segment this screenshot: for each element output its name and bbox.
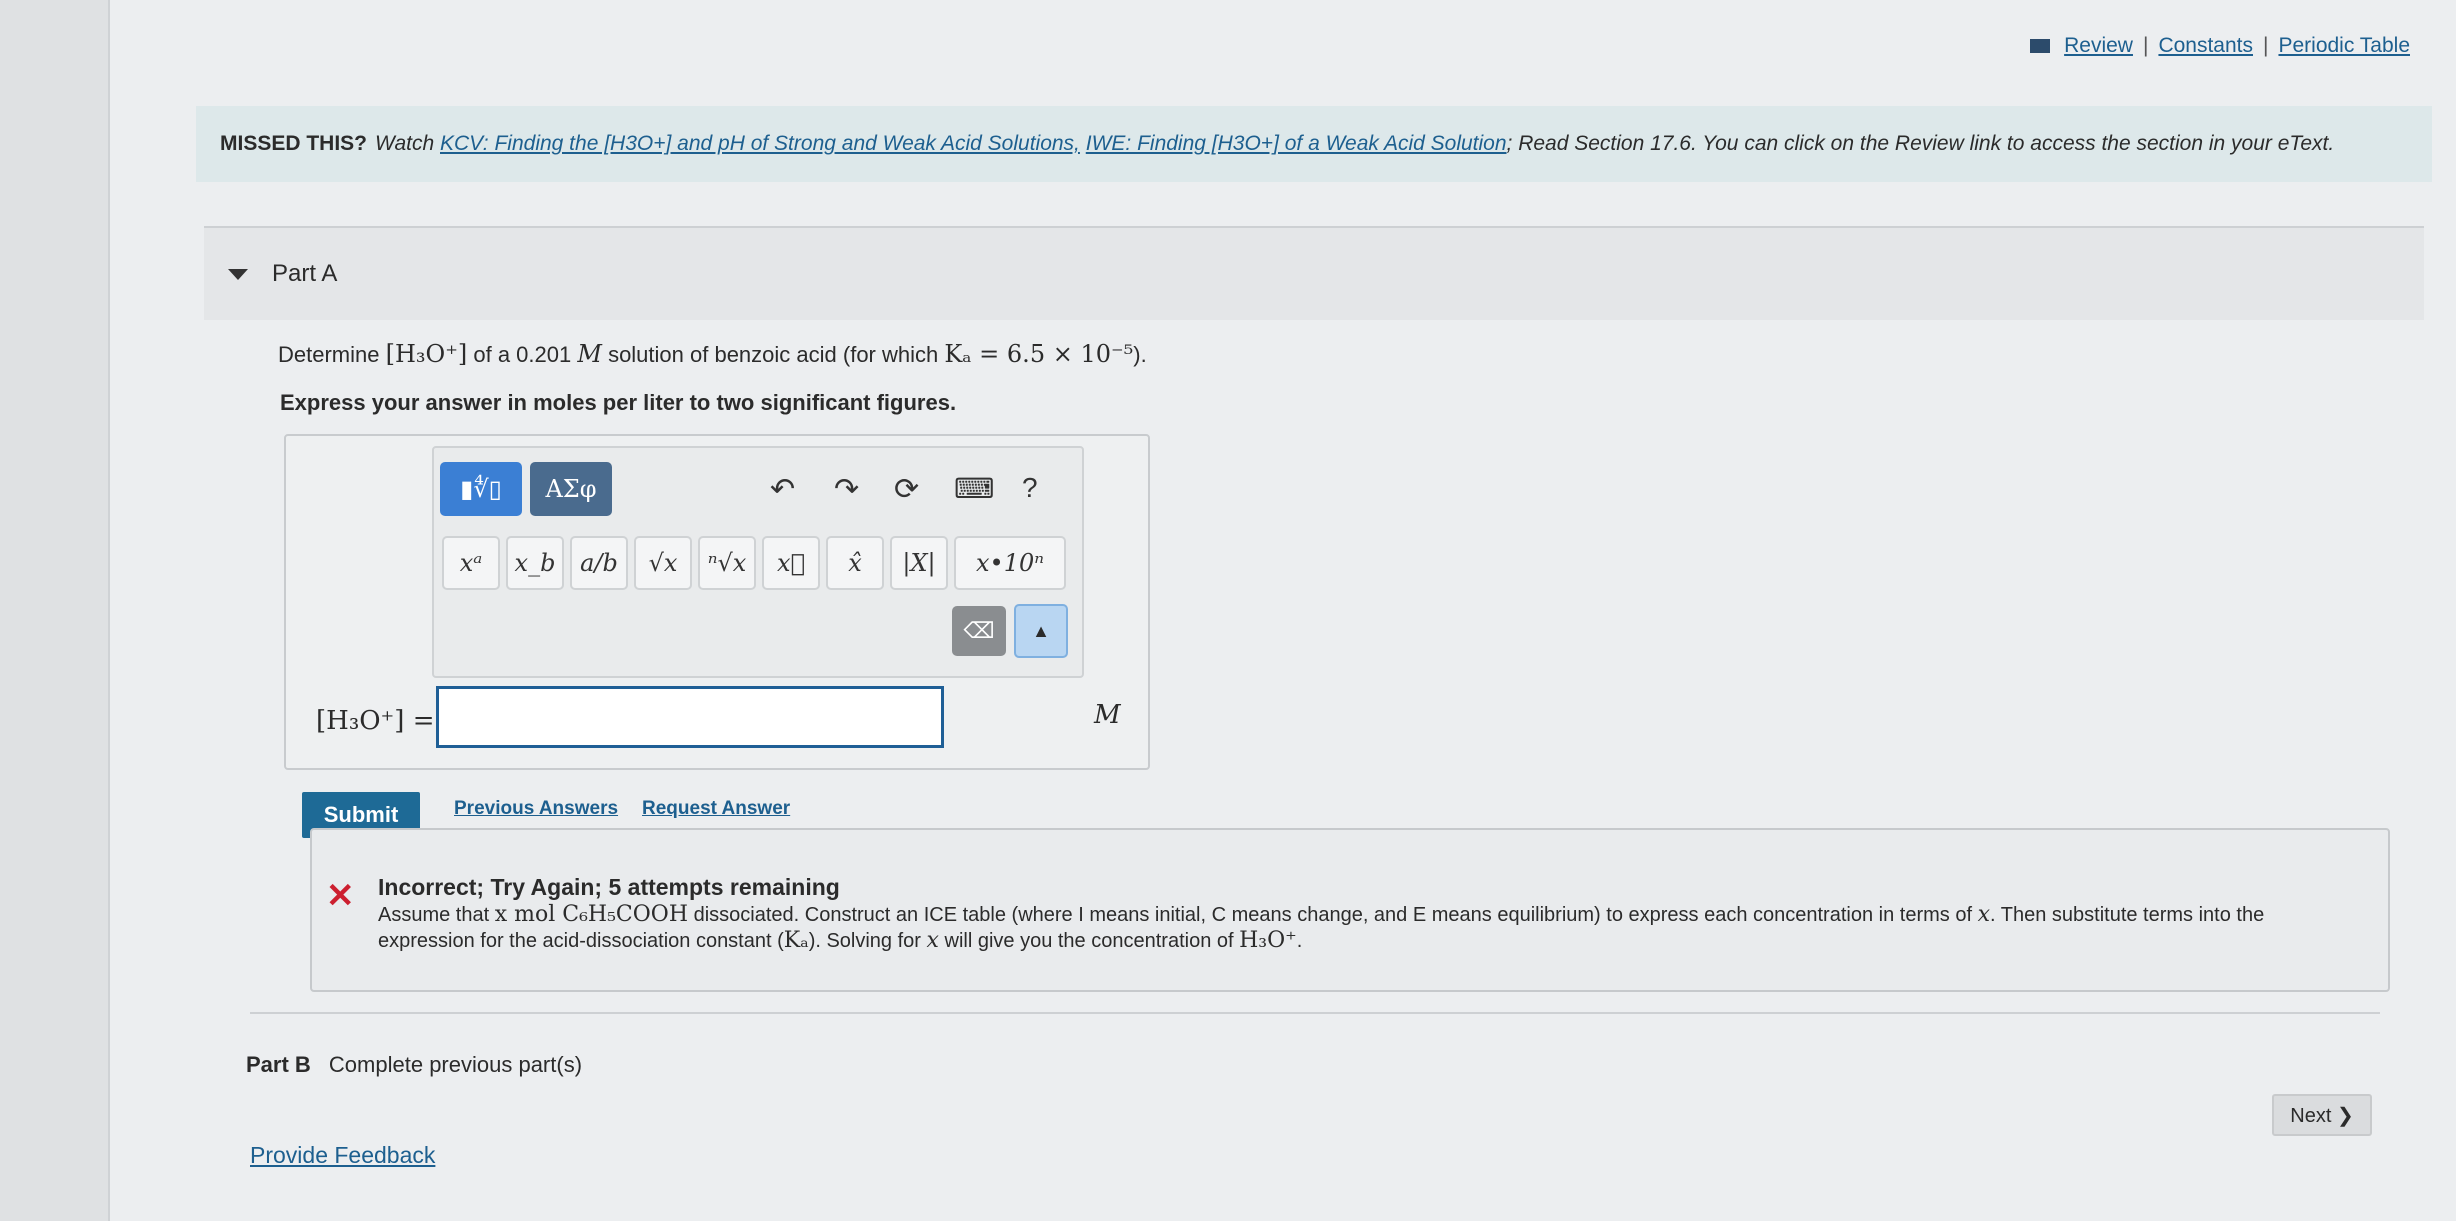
provide-feedback-link[interactable]: Provide Feedback [250,1142,435,1169]
fb-text-part: Assume that [378,904,490,926]
fb-text-part: will give you the concentration of [944,930,1234,952]
periodic-table-link[interactable]: Periodic Table [2278,34,2410,58]
unit-vector-key[interactable]: x̂ [826,536,884,590]
help-icon[interactable]: ? [1022,472,1038,504]
nth-root-key[interactable]: ⁿ√x [698,536,756,590]
sqrt-key[interactable]: √x [634,536,692,590]
subscript-key[interactable]: x_b [506,536,564,590]
constants-link[interactable]: Constants [2158,34,2253,58]
instruction-text: Express your answer in moles per liter t… [280,390,957,415]
missed-label: MISSED THIS? [220,132,368,155]
incorrect-x-icon: ✕ [326,877,355,915]
missed-this-banner: MISSED THIS? Watch KCV: Finding the [H3O… [196,106,2432,182]
greek-mode-button[interactable]: ΑΣφ [530,462,612,516]
answer-input[interactable] [436,686,944,748]
watch-text: Watch [375,132,435,155]
request-answer-link[interactable]: Request Answer [642,798,790,820]
question-ka: Kₐ = 6.5 × 10⁻⁵ [944,340,1134,368]
fb-math: Kₐ [783,928,809,953]
iwe-link[interactable]: IWE: Finding [H3O+] of a Weak Acid Solut… [1086,132,1507,156]
collapse-caret-icon[interactable] [228,268,248,280]
fb-math: x [926,928,939,953]
divider [250,1012,2380,1014]
redo-icon[interactable]: ↷ [834,472,859,507]
question-end: ). [1133,342,1147,367]
feedback-title: Incorrect; Try Again; 5 attempts remaini… [378,874,840,900]
backspace-icon[interactable]: ⌫ [952,606,1006,656]
vector-key[interactable]: x⃗ [762,536,820,590]
scientific-notation-key[interactable]: x•10ⁿ [954,536,1066,590]
next-button[interactable]: Next ❯ [2272,1094,2372,1136]
previous-answers-link[interactable]: Previous Answers [454,798,618,820]
part-b-title: Part B [246,1052,311,1077]
top-links: Review | Constants | Periodic Table [2030,34,2410,58]
question-concentration: of a 0.201 [473,342,572,367]
question-species: [H₃O⁺] [385,340,468,368]
question-prefix: Determine [278,342,380,367]
separator: | [2263,34,2269,57]
fb-text-part: dissociated. Construct an ICE table (whe… [693,904,1973,926]
answer-unit: M [1094,700,1121,730]
part-a-header[interactable]: Part A [204,228,2424,320]
reset-icon[interactable]: ⟳ [894,472,919,507]
undo-icon[interactable]: ↶ [770,472,795,507]
fb-math: x mol C₆H₅COOH [494,902,689,927]
fb-text-part: expression for the acid-dissociation con… [378,930,784,952]
fb-math: x [1977,902,1990,927]
feedback-text: Assume that x mol C₆H₅COOH dissociated. … [378,902,2318,954]
fb-text-part: . Then substitute terms into the [1990,904,2265,926]
superscript-key[interactable]: xᵃ [442,536,500,590]
question-mid: solution of benzoic acid (for which [608,342,939,367]
fb-math: H₃O⁺ [1239,928,1297,953]
left-sidebar [0,0,110,1221]
part-b-row: Part B Complete previous part(s) [246,1052,582,1078]
question-unit: M [577,340,602,368]
fb-text-part: ). Solving for [808,930,921,952]
part-b-status: Complete previous part(s) [328,1052,583,1077]
part-a-title: Part A [272,260,338,287]
fraction-key[interactable]: a/b [570,536,628,590]
absolute-value-key[interactable]: |X| [890,536,948,590]
question-text: Determine [H₃O⁺] of a 0.201 M solution o… [278,340,1147,368]
book-icon [2030,39,2051,53]
missed-rest-text: ; Read Section 17.6. You can click on th… [1506,132,2335,155]
answer-label: [H₃O⁺] = [316,706,435,736]
separator: | [2142,34,2149,57]
review-link[interactable]: Review [2064,34,2133,58]
templates-mode-button[interactable]: ▮∜▯ [440,462,522,516]
keyboard-icon[interactable]: ⌨ [954,472,994,505]
fb-text-part: . [1296,930,1303,952]
keyboard-toggle-icon[interactable]: ▲ [1014,604,1068,658]
kcv-link[interactable]: KCV: Finding the [H3O+] and pH of Strong… [440,132,1080,156]
